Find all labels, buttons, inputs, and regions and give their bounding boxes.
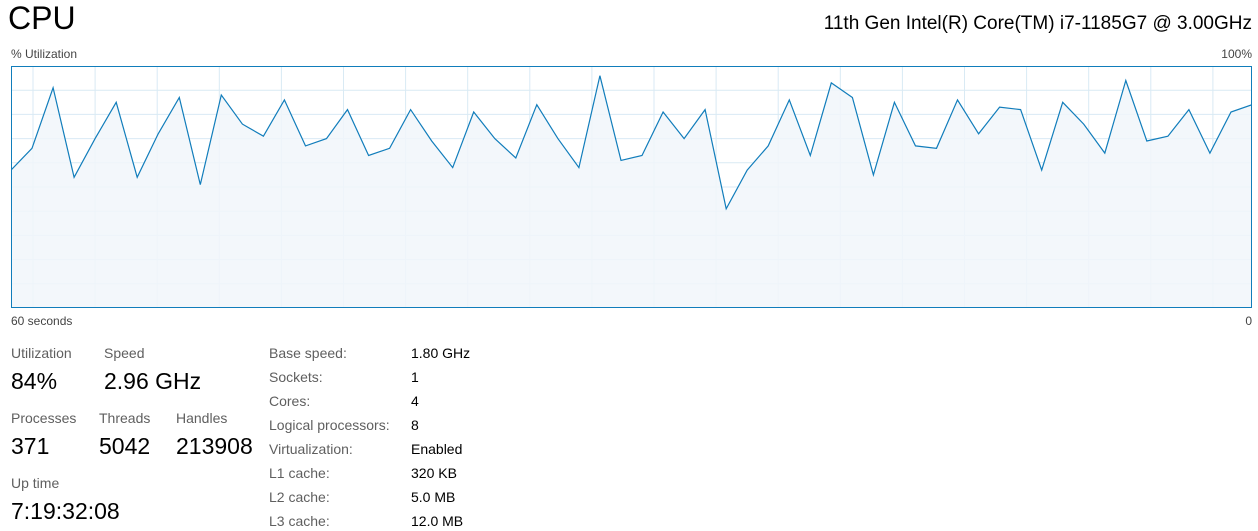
- detail-value-l3-cache: 12.0 MB: [411, 513, 464, 529]
- page-title: CPU: [8, 0, 76, 36]
- detail-label-sockets: Sockets:: [269, 369, 323, 385]
- graph-x-end-label: 0: [1245, 314, 1252, 328]
- detail-value-l2-cache: 5.0 MB: [411, 489, 456, 505]
- detail-value-base-speed: 1.80 GHz: [411, 345, 471, 361]
- detail-label-virtualization: Virtualization:: [269, 441, 353, 457]
- detail-label-l3-cache: L3 cache:: [269, 513, 330, 529]
- cpu-utilization-graph: [11, 66, 1252, 308]
- processes-value: 371: [11, 433, 50, 459]
- detail-value-sockets: 1: [411, 369, 419, 385]
- uptime-value: 7:19:32:08: [11, 498, 120, 524]
- detail-label-logical-processors: Logical processors:: [269, 417, 390, 433]
- detail-value-l1-cache: 320 KB: [411, 465, 457, 481]
- detail-value-virtualization: Enabled: [411, 441, 463, 457]
- detail-label-l2-cache: L2 cache:: [269, 489, 330, 505]
- detail-label-cores: Cores:: [269, 393, 311, 409]
- detail-label-l1-cache: L1 cache:: [269, 465, 330, 481]
- utilization-value: 84%: [11, 368, 58, 394]
- threads-value: 5042: [99, 433, 151, 459]
- threads-label: Threads: [99, 410, 151, 426]
- detail-label-base-speed: Base speed:: [269, 345, 347, 361]
- graph-y-max-label: 100%: [1221, 47, 1252, 61]
- cpu-model-name: 11th Gen Intel(R) Core(TM) i7-1185G7 @ 3…: [823, 13, 1252, 34]
- handles-value: 213908: [176, 433, 253, 459]
- speed-value: 2.96 GHz: [104, 368, 202, 394]
- utilization-label: Utilization: [11, 345, 72, 361]
- uptime-label: Up time: [11, 475, 60, 491]
- graph-y-label: % Utilization: [11, 47, 78, 61]
- detail-value-cores: 4: [411, 393, 419, 409]
- graph-x-start-label: 60 seconds: [11, 314, 73, 328]
- detail-value-logical-processors: 8: [411, 417, 419, 433]
- speed-label: Speed: [104, 345, 145, 361]
- processes-label: Processes: [11, 410, 77, 426]
- handles-label: Handles: [176, 410, 228, 426]
